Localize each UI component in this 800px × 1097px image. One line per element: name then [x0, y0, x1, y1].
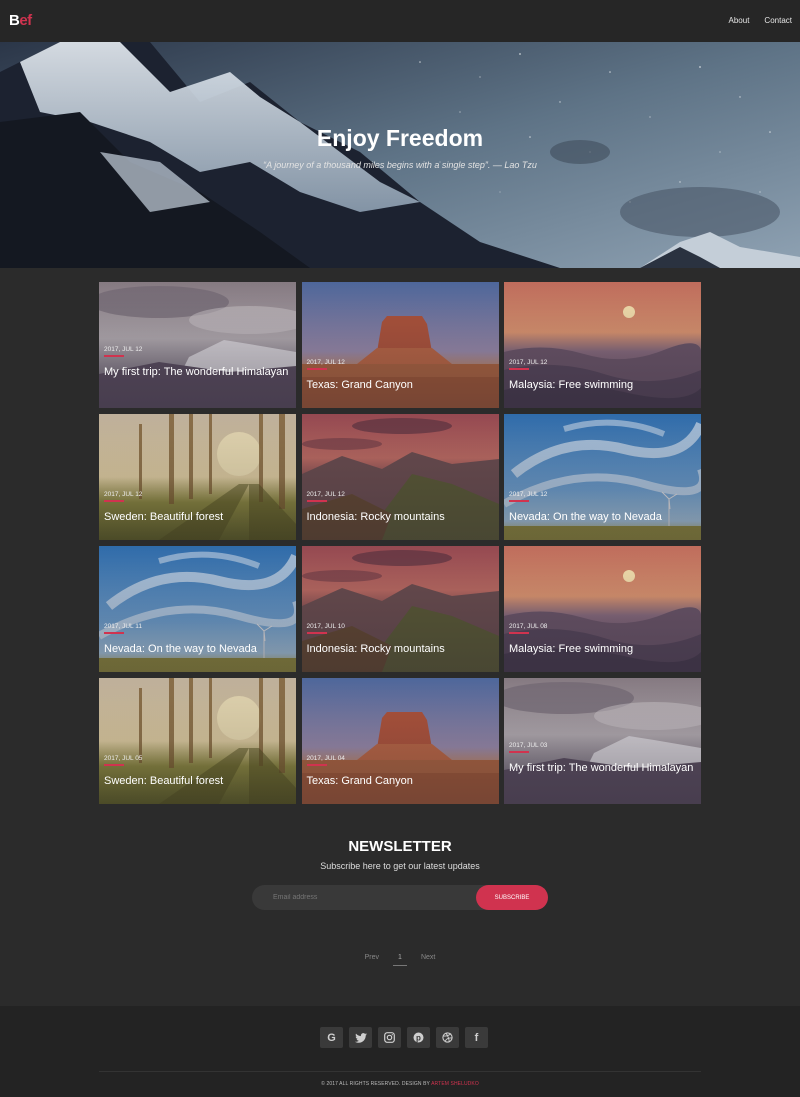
post-accent-rule: [104, 355, 124, 357]
post-accent-rule: [509, 500, 529, 502]
hero-title: Enjoy Freedom: [316, 125, 484, 151]
prev-page-link[interactable]: Prev: [365, 954, 379, 966]
post-accent-rule: [104, 764, 124, 766]
twitter-icon[interactable]: [349, 1027, 372, 1048]
subscribe-button[interactable]: SUBSCRIBE: [476, 885, 548, 910]
current-page[interactable]: 1: [393, 954, 407, 966]
post-card[interactable]: 2017, JUL 12 My first trip: The wonderfu…: [99, 282, 296, 408]
nav-about-link[interactable]: About: [729, 16, 750, 25]
post-title[interactable]: Sweden: Beautiful forest: [104, 775, 290, 788]
post-card[interactable]: 2017, JUL 12 Texas: Grand Canyon: [301, 282, 499, 408]
footer-divider: [99, 1071, 701, 1072]
post-date: 2017, JUL 05: [104, 755, 143, 762]
post-accent-rule: [306, 368, 327, 370]
post-date: 2017, JUL 12: [306, 491, 345, 498]
post-date: 2017, JUL 03: [509, 742, 548, 749]
post-title[interactable]: My first trip: The wonderful Himalayan: [509, 762, 695, 775]
post-date: 2017, JUL 10: [306, 623, 345, 630]
designer-link[interactable]: ARTEM SHELUDKO: [431, 1081, 479, 1087]
post-grid: 2017, JUL 12 My first trip: The wonderfu…: [99, 282, 701, 804]
post-accent-rule: [104, 632, 124, 634]
site-footer: G p f © 2017 ALL RIGHTS RESERVED. DESIGN…: [0, 1006, 800, 1097]
site-logo[interactable]: Bef: [9, 12, 32, 29]
post-accent-rule: [306, 500, 327, 502]
post-accent-rule: [509, 632, 529, 634]
pagination: Prev 1 Next: [0, 954, 800, 966]
post-accent-rule: [306, 632, 327, 634]
post-card[interactable]: 2017, JUL 11 Nevada: On the way to Nevad…: [99, 546, 296, 672]
post-card[interactable]: 2017, JUL 12 Malaysia: Free swimming: [504, 282, 701, 408]
facebook-icon[interactable]: f: [465, 1027, 488, 1048]
post-title[interactable]: Nevada: On the way to Nevada: [509, 511, 695, 524]
post-card[interactable]: 2017, JUL 12 Nevada: On the way to Nevad…: [504, 414, 701, 540]
post-title[interactable]: Nevada: On the way to Nevada: [104, 643, 290, 656]
newsletter-form: SUBSCRIBE: [252, 885, 548, 910]
card-overlay: [504, 678, 701, 804]
post-card[interactable]: 2017, JUL 12 Sweden: Beautiful forest: [99, 414, 296, 540]
post-title[interactable]: Malaysia: Free swimming: [509, 379, 695, 392]
post-card[interactable]: 2017, JUL 12 Indonesia: Rocky mountains: [301, 414, 499, 540]
card-overlay: [99, 282, 296, 408]
post-accent-rule: [306, 764, 327, 766]
post-card[interactable]: 2017, JUL 04 Texas: Grand Canyon: [301, 678, 499, 804]
nav-contact-link[interactable]: Contact: [764, 16, 792, 25]
post-date: 2017, JUL 12: [104, 346, 143, 353]
next-page-link[interactable]: Next: [421, 954, 435, 966]
post-accent-rule: [509, 751, 529, 753]
post-card[interactable]: 2017, JUL 08 Malaysia: Free swimming: [504, 546, 701, 672]
post-card[interactable]: 2017, JUL 10 Indonesia: Rocky mountains: [301, 546, 499, 672]
dribbble-icon[interactable]: [436, 1027, 459, 1048]
logo-letter: B: [9, 12, 20, 29]
svg-text:p: p: [416, 1033, 421, 1042]
hero-banner: Enjoy Freedom “A journey of a thousand m…: [0, 42, 800, 268]
post-card[interactable]: 2017, JUL 03 My first trip: The wonderfu…: [504, 678, 701, 804]
email-input[interactable]: [252, 885, 476, 910]
post-date: 2017, JUL 12: [306, 359, 345, 366]
post-date: 2017, JUL 12: [104, 491, 143, 498]
hero-quote: “A journey of a thousand miles begins wi…: [263, 160, 537, 170]
newsletter-title: NEWSLETTER: [348, 838, 452, 855]
post-title[interactable]: Indonesia: Rocky mountains: [307, 511, 493, 524]
google-icon[interactable]: G: [320, 1027, 343, 1048]
social-links: G p f: [320, 1027, 488, 1048]
post-title[interactable]: Texas: Grand Canyon: [307, 775, 493, 788]
post-accent-rule: [104, 500, 124, 502]
hero-mountain-image: [0, 42, 800, 268]
post-title[interactable]: Sweden: Beautiful forest: [104, 511, 290, 524]
copyright-text: © 2017 ALL RIGHTS RESERVED. DESIGN BY AR…: [0, 1081, 800, 1087]
post-title[interactable]: Texas: Grand Canyon: [307, 379, 493, 392]
logo-accent: ef: [19, 12, 32, 29]
post-date: 2017, JUL 04: [306, 755, 345, 762]
top-navbar: Bef About Contact: [0, 0, 800, 42]
post-title[interactable]: Indonesia: Rocky mountains: [307, 643, 493, 656]
post-accent-rule: [509, 368, 529, 370]
pinterest-icon[interactable]: p: [407, 1027, 430, 1048]
post-date: 2017, JUL 12: [509, 491, 548, 498]
post-title[interactable]: Malaysia: Free swimming: [509, 643, 695, 656]
post-date: 2017, JUL 12: [509, 359, 548, 366]
newsletter-subtitle: Subscribe here to get our latest updates: [320, 861, 480, 871]
post-date: 2017, JUL 11: [104, 623, 142, 630]
instagram-icon[interactable]: [378, 1027, 401, 1048]
copyright-label: © 2017 ALL RIGHTS RESERVED. DESIGN BY: [321, 1081, 432, 1087]
post-card[interactable]: 2017, JUL 05 Sweden: Beautiful forest: [99, 678, 296, 804]
main-nav: About Contact: [729, 16, 792, 25]
post-date: 2017, JUL 08: [509, 623, 548, 630]
post-title[interactable]: My first trip: The wonderful Himalayan: [104, 366, 290, 379]
